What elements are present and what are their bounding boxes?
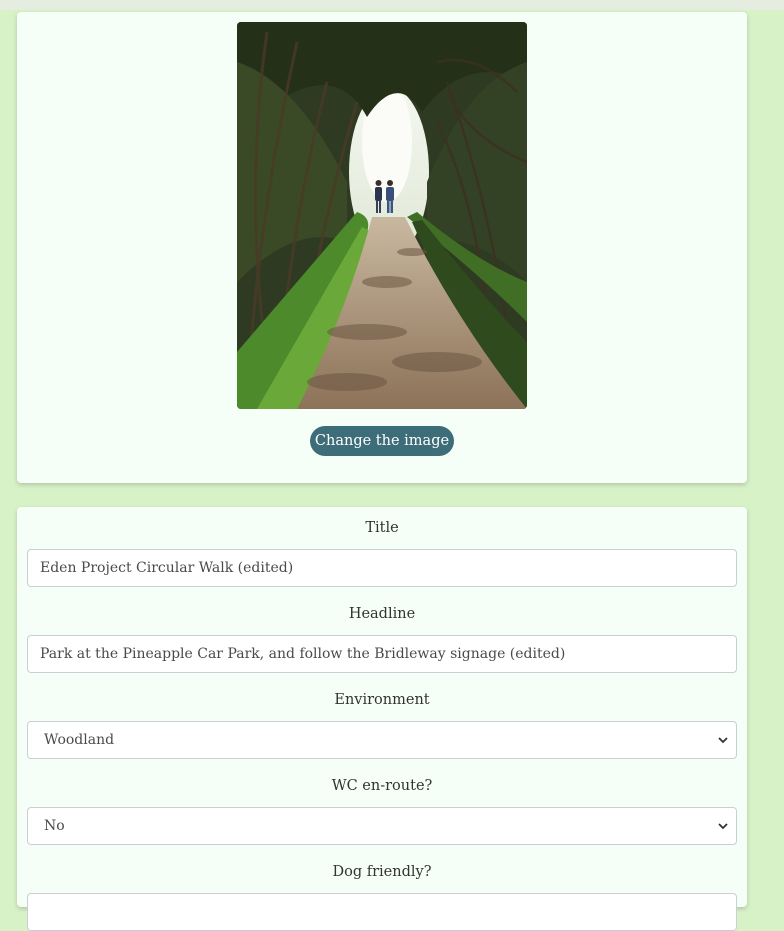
walk-photo bbox=[237, 22, 527, 409]
wc-label: WC en-route? bbox=[331, 778, 433, 794]
wc-select[interactable]: No bbox=[27, 807, 737, 845]
environment-label: Environment bbox=[334, 692, 430, 708]
change-image-button[interactable]: Change the image bbox=[310, 426, 454, 456]
dog-friendly-label: Dog friendly? bbox=[332, 864, 432, 880]
title-input[interactable]: Eden Project Circular Walk (edited) bbox=[27, 549, 737, 587]
dog-friendly-select[interactable] bbox=[27, 893, 737, 931]
chevron-down-icon bbox=[718, 823, 728, 830]
top-bar bbox=[0, 0, 784, 10]
image-card: Change the image bbox=[17, 12, 747, 483]
headline-label: Headline bbox=[348, 606, 416, 622]
chevron-down-icon bbox=[718, 737, 728, 744]
title-label: Title bbox=[365, 520, 399, 536]
headline-input[interactable]: Park at the Pineapple Car Park, and foll… bbox=[27, 635, 737, 673]
wc-selected-value: No bbox=[44, 818, 65, 834]
environment-select[interactable]: Woodland bbox=[27, 721, 737, 759]
walk-form-card: Title Eden Project Circular Walk (edited… bbox=[17, 507, 747, 931]
environment-selected-value: Woodland bbox=[44, 732, 115, 748]
